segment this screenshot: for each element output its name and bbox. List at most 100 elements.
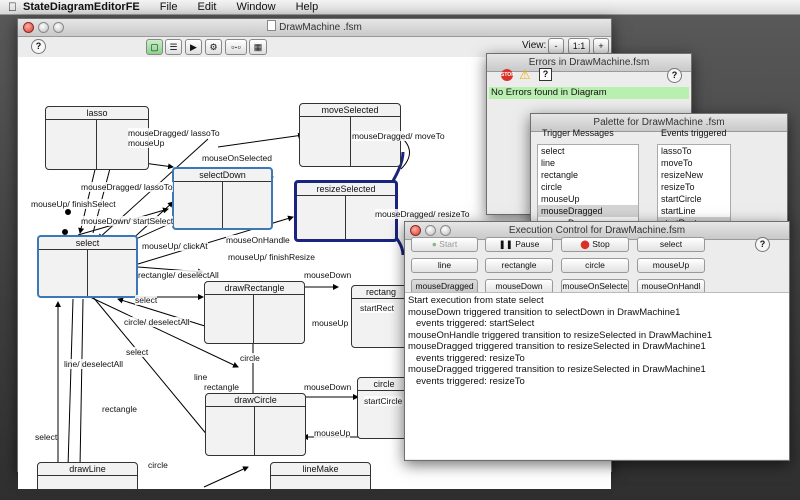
list-item[interactable]: moveTo	[658, 157, 730, 169]
state-lineMake[interactable]: lineMake	[270, 462, 371, 489]
list-item[interactable]: startLine	[658, 205, 730, 217]
state-drawLine[interactable]: drawLine	[37, 462, 138, 489]
transition-label: startRect	[360, 303, 395, 313]
grid-tool-button[interactable]: ▦	[249, 39, 267, 55]
zoom-out-button[interactable]: -	[548, 38, 564, 54]
document-icon	[267, 20, 277, 31]
trigger-select-button[interactable]: select	[637, 237, 705, 252]
zoom-button[interactable]	[440, 225, 451, 236]
transition-label: mouseUp/ finishSelect	[31, 199, 116, 209]
transition-label: mouseUp	[314, 428, 351, 438]
transition-label: startCircle	[364, 396, 403, 406]
list-item-selected[interactable]: mouseDragged	[538, 205, 638, 217]
trigger-mouseUp-button[interactable]: mouseUp	[637, 258, 705, 273]
play-tool-button[interactable]: ▶	[185, 39, 202, 55]
errors-window-title: Errors in DrawMachine.fsm	[528, 57, 650, 68]
transition-label: rectangle	[204, 382, 239, 392]
trigger-rectangle-button[interactable]: rectangle	[485, 258, 553, 273]
apple-menu-icon[interactable]: 	[0, 0, 19, 14]
execution-log[interactable]: Start execution from state select mouseD…	[405, 292, 789, 459]
errors-window-titlebar[interactable]: Errors in DrawMachine.fsm	[487, 54, 691, 72]
log-line: events triggered: resizeTo	[416, 375, 525, 387]
trigger-messages-header: Trigger Messages	[542, 128, 614, 138]
state-name: rectang	[352, 286, 410, 299]
list-tool-button[interactable]: ☰	[165, 39, 182, 55]
log-line: mouseDragged triggered transition to res…	[408, 341, 706, 352]
app-menu[interactable]: StateDiagramEditorFE	[19, 1, 150, 13]
transition-label: mouseOnHandle	[226, 235, 290, 245]
trigger-messages-list[interactable]: select line rectangle circle mouseUp mou…	[537, 144, 639, 230]
state-name: drawLine	[38, 463, 137, 476]
transition-label: select	[126, 347, 149, 357]
help-icon[interactable]: ?	[667, 68, 682, 83]
log-line: Start execution from state select	[408, 295, 544, 306]
transition-label: mouseUp/ clickAt	[142, 241, 208, 251]
zoom-button[interactable]	[53, 22, 64, 33]
diagram-window-titlebar[interactable]: DrawMachine .fsm	[18, 19, 611, 37]
transition-label: mouseUp	[312, 318, 349, 328]
menu-window[interactable]: Window	[226, 1, 285, 13]
transition-label: rectangle/ deselectAll	[138, 270, 219, 280]
close-button[interactable]	[23, 22, 34, 33]
list-item[interactable]: resizeTo	[658, 181, 730, 193]
state-drawRectangle[interactable]: drawRectangle	[204, 281, 305, 344]
transition-label: mouseDown	[304, 382, 352, 392]
log-line: mouseOnHandle triggered transition to re…	[408, 329, 713, 341]
state-rectang[interactable]: rectang	[351, 285, 411, 348]
help-icon[interactable]: ?	[31, 39, 46, 54]
state-name: resizeSelected	[297, 183, 395, 196]
transition-label: select	[135, 295, 158, 305]
stop-button[interactable]: ⬤ Stop	[561, 237, 629, 252]
transition-label: mouseDown	[304, 270, 352, 280]
log-line: events triggered: startSelect	[416, 318, 535, 329]
transition-label: mouseDragged/ moveTo	[352, 131, 445, 141]
state-circle[interactable]: circle	[357, 377, 411, 439]
state-selectDown[interactable]: selectDown	[172, 167, 273, 230]
errors-message: No Errors found in Diagram	[489, 87, 689, 99]
transition-label: mouseDragged/ lassoTo	[81, 182, 173, 192]
zoom-level-button[interactable]: 1:1	[568, 38, 590, 54]
menu-help[interactable]: Help	[286, 1, 329, 13]
start-button[interactable]: ● Start	[411, 237, 478, 252]
events-triggered-header: Events triggered	[661, 128, 727, 138]
state-name: lasso	[46, 107, 148, 120]
list-item[interactable]: resizeNew	[658, 169, 730, 181]
transition-label: select	[35, 432, 58, 442]
trigger-circle-button[interactable]: circle	[561, 258, 629, 273]
palette-window: Palette for DrawMachine .fsm Trigger Mes…	[530, 113, 788, 230]
trigger-line-button[interactable]: line	[411, 258, 478, 273]
info-icon: ?	[539, 68, 552, 81]
events-triggered-list[interactable]: lassoTo moveTo resizeNew resizeTo startC…	[657, 144, 731, 230]
transition-label: circle	[240, 353, 260, 363]
select-tool-button[interactable]: ▢	[146, 39, 163, 55]
list-item[interactable]: mouseUp	[538, 193, 638, 205]
minimize-button[interactable]	[38, 22, 49, 33]
transition-tool-button[interactable]: ▫-▫	[225, 39, 247, 55]
list-item[interactable]: select	[538, 145, 638, 157]
minimize-button[interactable]	[425, 225, 436, 236]
transition-label: mouseDragged/ resizeTo	[375, 209, 470, 219]
help-icon[interactable]: ?	[755, 237, 770, 252]
transition-label: circle/ deselectAll	[124, 317, 190, 327]
transition-label: line	[194, 372, 208, 382]
list-item[interactable]: circle	[538, 181, 638, 193]
palette-window-title: Palette for DrawMachine .fsm	[593, 117, 725, 128]
close-button[interactable]	[410, 225, 421, 236]
zoom-in-button[interactable]: +	[593, 38, 609, 54]
pause-label: Pause	[515, 239, 540, 249]
list-item[interactable]: lassoTo	[658, 145, 730, 157]
transition-label: mouseOnSelected	[202, 153, 272, 163]
menu-file[interactable]: File	[150, 1, 188, 13]
list-item[interactable]: startCircle	[658, 193, 730, 205]
transition-label: mouseUp	[128, 138, 165, 148]
execution-window: Execution Control for DrawMachine.fsm ● …	[404, 221, 790, 461]
menu-edit[interactable]: Edit	[187, 1, 226, 13]
list-item[interactable]: line	[538, 157, 638, 169]
state-name: lineMake	[271, 463, 370, 476]
gear-icon[interactable]: ⚙	[205, 39, 222, 55]
list-item[interactable]: rectangle	[538, 169, 638, 181]
state-select[interactable]: select	[37, 235, 138, 298]
state-drawCircle[interactable]: drawCircle	[205, 393, 306, 456]
pause-button[interactable]: ❚❚ Pause	[485, 237, 553, 252]
view-label: View:	[522, 40, 547, 51]
